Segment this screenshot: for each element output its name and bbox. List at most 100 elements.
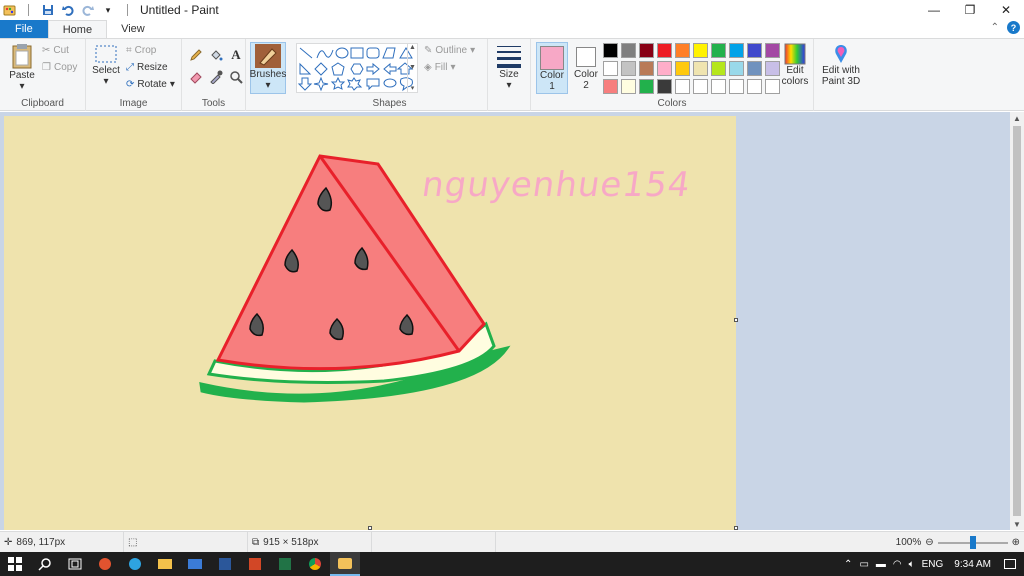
canvas-size: ⧉ 915 × 518px: [248, 532, 372, 552]
paint-taskbar-icon[interactable]: [330, 552, 360, 576]
eraser-icon[interactable]: [187, 68, 205, 86]
size-button[interactable]: Size ▾: [492, 43, 526, 91]
scroll-up-icon[interactable]: ▲: [1010, 112, 1024, 124]
tab-view[interactable]: View: [107, 20, 159, 38]
palette-swatch[interactable]: [729, 61, 744, 76]
palette-swatch[interactable]: [657, 61, 672, 76]
scrollbar-thumb[interactable]: [1013, 126, 1021, 516]
palette-swatch[interactable]: [711, 61, 726, 76]
minimize-button[interactable]: —: [916, 0, 952, 20]
color-picker-icon[interactable]: [207, 68, 225, 86]
antivirus-app-icon[interactable]: [90, 552, 120, 576]
zoom-out-icon[interactable]: ⊖: [925, 537, 933, 548]
edit-paint3d-button[interactable]: Edit with Paint 3D: [818, 43, 864, 87]
select-button[interactable]: Select ▾: [91, 43, 121, 87]
palette-swatch[interactable]: [621, 79, 636, 94]
canvas-resize-handle-right[interactable]: [734, 318, 738, 322]
language-indicator[interactable]: ENG: [922, 559, 944, 570]
notifications-icon[interactable]: [1004, 559, 1016, 569]
tools-group: A Tools: [182, 39, 246, 111]
palette-swatch[interactable]: [747, 43, 762, 58]
zoom-slider-thumb[interactable]: [969, 535, 976, 549]
save-icon[interactable]: [41, 3, 55, 17]
palette-swatch[interactable]: [639, 61, 654, 76]
shapes-gallery[interactable]: ▲ ▼ ▾: [296, 43, 418, 93]
palette-swatch[interactable]: [729, 43, 744, 58]
text-icon[interactable]: A: [227, 46, 245, 64]
drawing-canvas[interactable]: nguyenhue154: [4, 116, 736, 530]
tab-home[interactable]: Home: [47, 20, 108, 38]
palette-swatch[interactable]: [693, 43, 708, 58]
canvas-resize-handle-bottom[interactable]: [368, 526, 372, 530]
excel-icon[interactable]: [270, 552, 300, 576]
edit-colors-button[interactable]: Edit colors: [777, 43, 813, 87]
scroll-down-icon[interactable]: ▼: [1010, 518, 1024, 530]
palette-swatch[interactable]: [639, 43, 654, 58]
brushes-button[interactable]: Brushes ▾: [250, 42, 286, 94]
palette-swatch[interactable]: [675, 79, 690, 94]
task-view-icon[interactable]: [60, 552, 90, 576]
palette-swatch[interactable]: [603, 61, 618, 76]
clock[interactable]: 9:34 AM: [954, 559, 991, 570]
magnifier-icon[interactable]: [227, 68, 245, 86]
zoom-slider[interactable]: [937, 535, 1008, 549]
rotate-button[interactable]: ⟳ Rotate ▾: [126, 76, 175, 93]
chrome-icon[interactable]: [300, 552, 330, 576]
help-icon[interactable]: ?: [1007, 21, 1020, 34]
pencil-icon[interactable]: [187, 46, 205, 64]
palette-swatch[interactable]: [603, 79, 618, 94]
vertical-scrollbar[interactable]: ▲ ▼: [1010, 112, 1024, 530]
word-icon[interactable]: [210, 552, 240, 576]
palette-swatch[interactable]: [621, 43, 636, 58]
volume-icon[interactable]: 🔈︎: [909, 559, 915, 570]
palette-swatch[interactable]: [693, 79, 708, 94]
palette-swatch[interactable]: [675, 43, 690, 58]
palette-swatch[interactable]: [639, 79, 654, 94]
palette-swatch[interactable]: [711, 43, 726, 58]
resize-button[interactable]: ⤢ Resize: [126, 59, 175, 76]
canvas-resize-handle-corner[interactable]: [734, 526, 738, 530]
shapes-scroll[interactable]: ▲ ▼ ▾: [407, 44, 417, 92]
canvas-size-icon: ⧉: [252, 536, 260, 548]
close-button[interactable]: ✕: [988, 0, 1024, 20]
copy-button[interactable]: ❐ Copy: [42, 59, 77, 76]
remote-desktop-icon[interactable]: [180, 552, 210, 576]
paste-button[interactable]: Paste ▾: [6, 42, 38, 92]
crop-button[interactable]: ⌗ Crop: [126, 42, 175, 59]
palette-swatch[interactable]: [729, 79, 744, 94]
palette-swatch[interactable]: [621, 61, 636, 76]
customize-qat-icon[interactable]: ▾: [101, 3, 115, 17]
search-icon[interactable]: [30, 552, 60, 576]
wifi-icon[interactable]: ◠: [893, 559, 902, 570]
windows-start-icon[interactable]: [0, 552, 30, 576]
edge-browser-icon[interactable]: [120, 552, 150, 576]
palette-swatch[interactable]: [747, 61, 762, 76]
fill-bucket-icon[interactable]: [207, 46, 225, 64]
show-hidden-icons-icon[interactable]: ⌃: [844, 559, 852, 570]
palette-swatch[interactable]: [693, 61, 708, 76]
color1-button[interactable]: Color 1: [536, 42, 568, 94]
fill-button[interactable]: ◈ Fill ▾: [424, 59, 475, 76]
palette-swatch[interactable]: [657, 79, 672, 94]
redo-icon[interactable]: [81, 3, 95, 17]
battery-icon[interactable]: ▬: [876, 559, 886, 570]
color2-button[interactable]: Color 2: [571, 42, 601, 94]
collapse-ribbon-icon[interactable]: ⌃: [991, 22, 999, 33]
palette-swatch[interactable]: [675, 61, 690, 76]
palette-swatch[interactable]: [603, 43, 618, 58]
clipboard-group: Paste ▾ ✂ Cut ❐ Copy Clipboard: [0, 39, 86, 111]
palette-swatch[interactable]: [711, 79, 726, 94]
powerpoint-icon[interactable]: [240, 552, 270, 576]
zoom-in-icon[interactable]: ⊕: [1012, 537, 1020, 548]
paint-app-icon[interactable]: [2, 3, 16, 17]
palette-swatch[interactable]: [747, 79, 762, 94]
undo-icon[interactable]: [61, 3, 75, 17]
palette-swatch[interactable]: [657, 43, 672, 58]
tools-grid: A: [187, 46, 245, 86]
file-explorer-icon[interactable]: [150, 552, 180, 576]
meet-now-icon[interactable]: ▭: [859, 559, 868, 570]
tab-file[interactable]: File: [0, 20, 48, 38]
cut-button[interactable]: ✂ Cut: [42, 42, 77, 59]
outline-button[interactable]: ✎ Outline ▾: [424, 42, 475, 59]
restore-button[interactable]: ❐: [952, 0, 988, 20]
